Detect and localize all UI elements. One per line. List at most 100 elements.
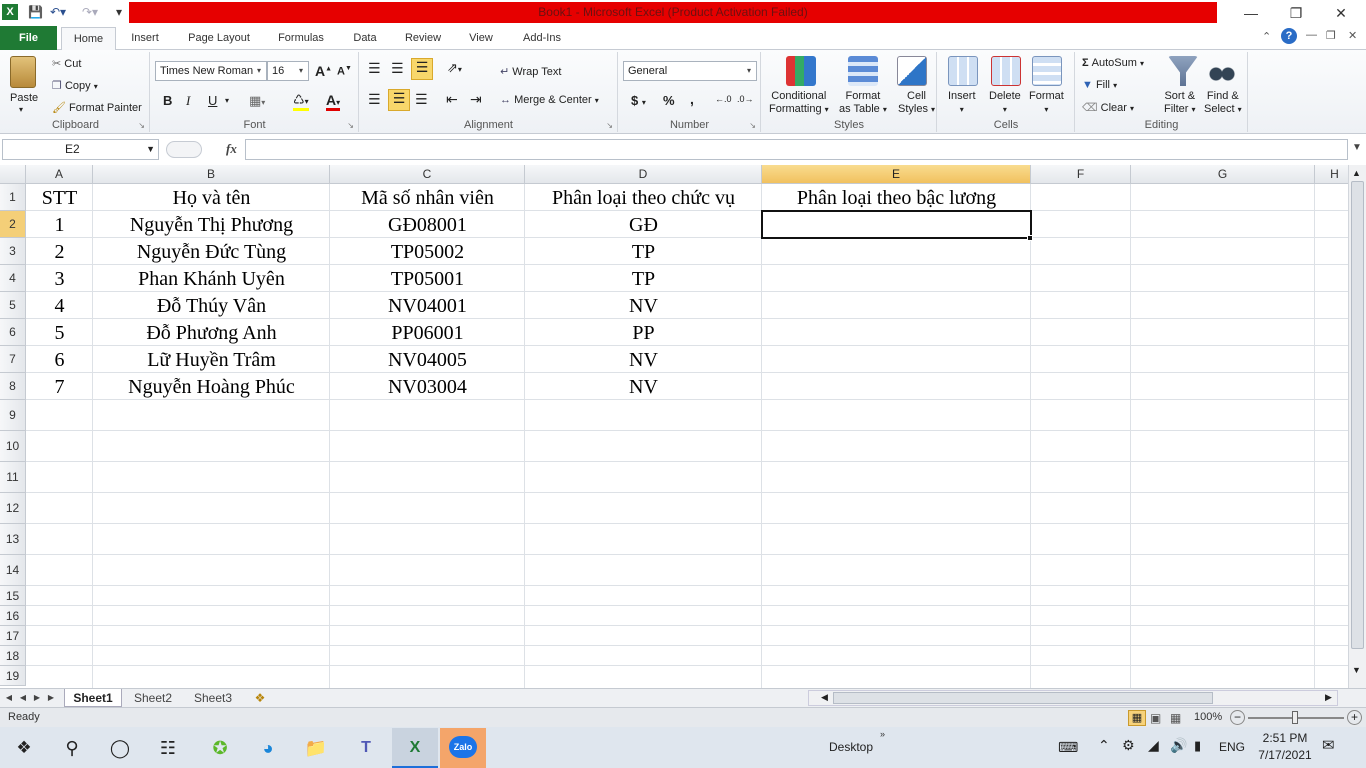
close-button[interactable]: ✕ [1318, 0, 1364, 26]
delete-cells-button[interactable]: Delete ▾ [989, 90, 1021, 116]
cell-d3[interactable]: TP [525, 238, 762, 265]
align-bottom-icon[interactable]: ☰ [411, 58, 433, 80]
prev-sheet-icon[interactable]: ◀ [18, 689, 28, 707]
excel-app-icon[interactable]: X [2, 4, 18, 20]
insert-cells-button[interactable]: Insert ▾ [948, 90, 976, 116]
cell-d8[interactable]: NV [525, 373, 762, 400]
insert-function-icon[interactable]: fx [226, 141, 237, 157]
autosum-button[interactable]: Σ AutoSum ▾ [1082, 57, 1144, 69]
doc-restore-icon[interactable]: ❐ [1326, 29, 1336, 42]
row-header-15[interactable]: 15 [0, 586, 26, 606]
cell-d4[interactable]: TP [525, 265, 762, 292]
next-sheet-icon[interactable]: ▶ [32, 689, 42, 707]
tab-page-layout[interactable]: Page Layout [178, 27, 260, 50]
cell-a6[interactable]: 5 [26, 319, 93, 346]
cell-a3[interactable]: 2 [26, 238, 93, 265]
column-header-g[interactable]: G [1131, 165, 1315, 184]
number-format-combo[interactable]: General ▾ [623, 61, 757, 81]
fill-handle[interactable] [1027, 235, 1033, 241]
file-explorer-icon[interactable]: 📁 [296, 732, 336, 764]
scroll-up-icon[interactable]: ▲ [1352, 168, 1361, 178]
merge-center-button[interactable]: ↔ Merge & Center ▾ [500, 94, 599, 106]
app-icon-green[interactable]: ✪ [200, 732, 240, 764]
zoom-level[interactable]: 100% [1194, 711, 1222, 723]
cortana-icon[interactable]: ◯ [100, 732, 140, 764]
minimize-button[interactable]: — [1228, 0, 1274, 26]
tray-chevron-icon[interactable]: ⌃ [1098, 737, 1110, 754]
row-header-4[interactable]: 4 [0, 265, 26, 292]
first-sheet-icon[interactable]: ◀ [4, 689, 14, 707]
row-header-7[interactable]: 7 [0, 346, 26, 373]
clipboard-launcher-icon[interactable]: ↘ [138, 121, 145, 130]
font-name-combo[interactable]: Times New Roman ▾ [155, 61, 267, 81]
clear-button[interactable]: ⌫ Clear ▾ [1082, 101, 1134, 114]
tab-insert[interactable]: Insert [122, 27, 168, 50]
row-header-3[interactable]: 3 [0, 238, 26, 265]
tab-file[interactable]: File [0, 26, 57, 50]
tab-review[interactable]: Review [396, 27, 450, 50]
search-icon[interactable]: ⚲ [52, 732, 92, 764]
column-header-e[interactable]: E [762, 165, 1031, 184]
wrap-text-button[interactable]: ↵ Wrap Text [500, 65, 561, 78]
name-box-dropdown-icon[interactable]: ▼ [146, 140, 155, 159]
cell-c5[interactable]: NV04001 [330, 292, 525, 319]
cell-c6[interactable]: PP06001 [330, 319, 525, 346]
keyboard-icon[interactable]: ⌨ [1058, 739, 1078, 756]
cell-styles-button[interactable]: Cell Styles ▾ [898, 90, 935, 116]
orientation-icon[interactable]: ⇗▾ [447, 60, 462, 76]
paste-icon[interactable] [10, 56, 36, 88]
edge-icon[interactable]: ◕ [248, 732, 288, 764]
scroll-thumb[interactable] [1351, 181, 1364, 649]
page-break-view-icon[interactable]: ▦ [1170, 711, 1181, 725]
row-header-11[interactable]: 11 [0, 462, 26, 493]
help-icon[interactable]: ? [1281, 28, 1297, 44]
cell-b3[interactable]: Nguyễn Đức Tùng [93, 238, 330, 265]
row-header-1[interactable]: 1 [0, 184, 26, 211]
paste-button[interactable]: Paste [10, 92, 38, 104]
row-header-16[interactable]: 16 [0, 606, 26, 626]
row-header-8[interactable]: 8 [0, 373, 26, 400]
formula-input[interactable] [245, 139, 1348, 160]
underline-button[interactable]: U [208, 93, 217, 108]
shrink-font-icon[interactable]: A▼ [337, 65, 352, 78]
cell-c4[interactable]: TP05001 [330, 265, 525, 292]
doc-minimize-icon[interactable]: — [1306, 29, 1317, 41]
normal-view-icon[interactable]: ▦ [1128, 710, 1146, 726]
align-middle-icon[interactable]: ☰ [391, 60, 404, 77]
column-header-d[interactable]: D [525, 165, 762, 184]
number-launcher-icon[interactable]: ↘ [749, 121, 756, 130]
column-header-a[interactable]: A [26, 165, 93, 184]
cell-d6[interactable]: PP [525, 319, 762, 346]
tab-data[interactable]: Data [342, 27, 388, 50]
cell-c7[interactable]: NV04005 [330, 346, 525, 373]
format-as-table-button[interactable]: Format as Table ▾ [839, 90, 887, 116]
bold-button[interactable]: B [163, 93, 172, 108]
sheet-tab-sheet1[interactable]: Sheet1 [64, 689, 122, 707]
percent-button[interactable]: % [663, 93, 675, 108]
cell-d7[interactable]: NV [525, 346, 762, 373]
row-header-19[interactable]: 19 [0, 666, 26, 686]
restore-button[interactable]: ❐ [1273, 0, 1319, 26]
battery-icon[interactable]: ▮ [1194, 738, 1201, 754]
scroll-left-icon[interactable]: ◀ [821, 692, 828, 703]
row-header-6[interactable]: 6 [0, 319, 26, 346]
sheet-tab-sheet2[interactable]: Sheet2 [124, 689, 182, 707]
scroll-down-icon[interactable]: ▼ [1352, 665, 1361, 675]
cell-a5[interactable]: 4 [26, 292, 93, 319]
row-header-18[interactable]: 18 [0, 646, 26, 666]
redo-icon[interactable]: ↷▾ [82, 4, 98, 21]
cell-d2[interactable]: GĐ [525, 211, 762, 238]
cell-c1[interactable]: Mã số nhân viên [330, 184, 525, 211]
insert-sheet-icon[interactable]: ❖ [250, 689, 270, 707]
cell-d5[interactable]: NV [525, 292, 762, 319]
notification-icon[interactable]: ✉ [1322, 736, 1335, 754]
cell-c2[interactable]: GĐ08001 [330, 211, 525, 238]
column-header-f[interactable]: F [1031, 165, 1131, 184]
row-header-17[interactable]: 17 [0, 626, 26, 646]
cell-b2[interactable]: Nguyễn Thị Phương [93, 211, 330, 238]
cell-a4[interactable]: 3 [26, 265, 93, 292]
row-header-2[interactable]: 2 [0, 211, 26, 238]
cell-b7[interactable]: Lữ Huyền Trâm [93, 346, 330, 373]
comma-button[interactable]: , [690, 91, 694, 107]
increase-decimal-icon[interactable]: ←.0 [715, 94, 732, 104]
